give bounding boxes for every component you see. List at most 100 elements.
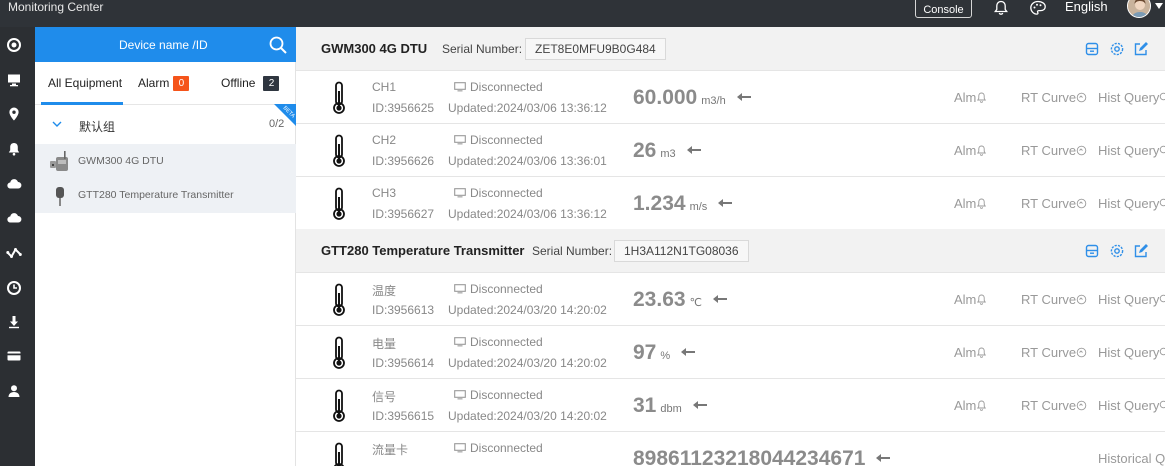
history-query-link[interactable]: Hist Query (1098, 292, 1165, 307)
clock-icon[interactable] (6, 280, 22, 296)
refresh-circle-icon (1076, 294, 1087, 305)
history-query-link[interactable]: Hist Query (1098, 196, 1165, 211)
tab-offline[interactable]: Offline 2 (221, 76, 280, 91)
alarm-link[interactable]: Alm (954, 345, 987, 360)
tab-alarm[interactable]: Alarm 0 (138, 76, 190, 91)
bell-icon[interactable] (993, 0, 1009, 16)
device-search-label[interactable]: Device name /ID (119, 38, 208, 52)
connection-status-text: Disconnected (470, 133, 543, 147)
channel-unit: dbm (660, 403, 682, 415)
rt-curve-link[interactable]: RT Curve (1021, 196, 1087, 211)
target-icon[interactable] (6, 37, 22, 53)
updated-time: Updated:2024/03/06 13:36:12 (448, 207, 607, 221)
list-item[interactable]: GWM300 4G DTU (35, 144, 296, 178)
serial-number-label: Serial Number: (442, 42, 523, 56)
rt-curve-label: RT Curve (1021, 143, 1077, 158)
download-icon[interactable] (6, 314, 22, 330)
alarm-link[interactable]: Alm (954, 398, 987, 413)
device-list: GWM300 4G DTU GTT280 Temperature Transmi… (35, 144, 296, 213)
channel-value-number: 23.63 (633, 288, 686, 311)
back-arrow-icon[interactable] (680, 347, 696, 357)
dtu-device-icon (50, 151, 68, 171)
network-icon[interactable] (6, 245, 22, 261)
history-query-link[interactable]: Hist Query (1098, 143, 1165, 158)
edit-icon[interactable] (1133, 41, 1149, 57)
monitor-icon (454, 188, 466, 198)
back-arrow-icon[interactable] (875, 453, 891, 463)
bell-icon[interactable] (6, 141, 22, 157)
storage-icon[interactable] (1084, 243, 1100, 259)
alarm-link[interactable]: Alm (954, 292, 987, 307)
location-icon[interactable] (6, 106, 22, 122)
back-arrow-icon[interactable] (692, 400, 708, 410)
rt-curve-label: RT Curve (1021, 345, 1077, 360)
rt-curve-link[interactable]: RT Curve (1021, 90, 1087, 105)
alarm-link[interactable]: Alm (954, 143, 987, 158)
app-title: Monitoring Center (8, 0, 104, 14)
bell-icon (977, 400, 987, 411)
device-panel: Device name /ID All Equipment Alarm 0 Off… (35, 27, 296, 466)
storage-icon[interactable] (1084, 41, 1100, 57)
connection-status: Disconnected (454, 441, 543, 455)
channel-value-number: 31 (633, 394, 657, 417)
search-icon[interactable] (268, 35, 288, 55)
channel-value: 1.234 m/s (633, 192, 733, 216)
back-arrow-icon[interactable] (686, 145, 702, 155)
rt-curve-link[interactable]: RT Curve (1021, 398, 1087, 413)
main-content: GWM300 4G DTU Serial Number: ZET8E0MFU9B… (296, 27, 1165, 466)
history-query-link[interactable]: Hist Query (1098, 90, 1165, 105)
connection-status-text: Disconnected (470, 335, 543, 349)
connection-status: Disconnected (454, 133, 543, 147)
tab-all-equipment[interactable]: All Equipment (48, 76, 122, 90)
card-icon[interactable] (6, 348, 22, 364)
rt-curve-label: RT Curve (1021, 292, 1077, 307)
palette-icon[interactable] (1029, 0, 1047, 16)
channel-id: ID:3956627 (372, 207, 435, 221)
history-query-label: Hist Query (1098, 90, 1160, 105)
channel-value: 97% (633, 341, 696, 365)
alarm-link[interactable]: Alm (954, 90, 987, 105)
history-query-link[interactable]: Hist Query (1098, 345, 1165, 360)
back-arrow-icon[interactable] (717, 198, 733, 208)
list-item[interactable]: GTT280 Temperature Transmitter (35, 178, 296, 212)
channel-value-number: 1.234 (633, 192, 686, 215)
edit-icon[interactable] (1133, 243, 1149, 259)
back-arrow-icon[interactable] (736, 92, 752, 102)
chevron-down-icon[interactable] (1155, 3, 1163, 9)
bell-icon (977, 145, 987, 156)
cloud-icon[interactable] (6, 210, 22, 226)
rt-curve-link[interactable]: RT Curve (1021, 292, 1087, 307)
language-selector[interactable]: English (1065, 0, 1108, 14)
history-query-link[interactable]: Historical Q (1098, 451, 1165, 466)
chevron-down-icon[interactable] (52, 119, 62, 129)
cloud-icon[interactable] (6, 176, 22, 192)
alarm-link[interactable]: Alm (954, 196, 987, 211)
thermometer-icon (333, 187, 345, 220)
user-icon[interactable] (6, 383, 22, 399)
refresh-circle-icon (1076, 198, 1087, 209)
monitor-icon[interactable] (6, 72, 22, 88)
search-icon (1160, 400, 1165, 409)
alarm-link-label: Alm (954, 196, 977, 211)
back-arrow-icon[interactable] (712, 294, 728, 304)
avatar[interactable] (1127, 0, 1151, 18)
channel-unit: m3/h (701, 95, 726, 107)
device-tabs: All Equipment Alarm 0 Offline 2 (35, 62, 296, 105)
rt-curve-link[interactable]: RT Curve (1021, 143, 1087, 158)
updated-time: Updated:2024/03/06 13:36:12 (448, 101, 607, 115)
thermometer-icon (333, 336, 345, 369)
refresh-circle-icon (1076, 145, 1087, 156)
device-section-header: GWM300 4G DTU Serial Number: ZET8E0MFU9B… (296, 27, 1165, 71)
channel-value-number: 97 (633, 341, 657, 364)
settings-icon[interactable] (1109, 243, 1125, 259)
channel-row: 流量卡 Disconnected 89861123218044234671 Hi… (296, 432, 1165, 466)
serial-number-value: 1H3A112N1TG08036 (614, 240, 749, 262)
history-query-link[interactable]: Hist Query (1098, 398, 1165, 413)
rt-curve-link[interactable]: RT Curve (1021, 345, 1087, 360)
settings-icon[interactable] (1109, 41, 1125, 57)
console-button[interactable]: Console (915, 0, 972, 18)
device-group[interactable]: 默认组 0/2 BETA (35, 104, 296, 144)
alarm-link-label: Alm (954, 398, 977, 413)
search-icon (1160, 145, 1165, 154)
channel-name: 温度 (372, 284, 397, 298)
